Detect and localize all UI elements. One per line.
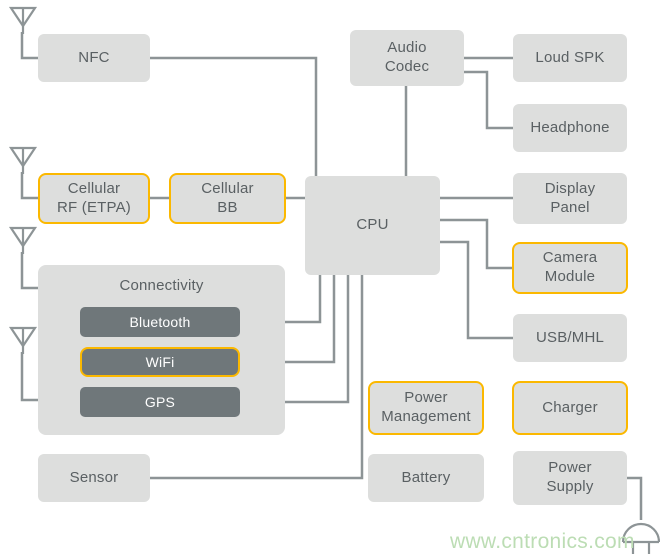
connectivity-module-label: GPS — [144, 394, 176, 410]
block-power-management[interactable]: Power Management — [368, 381, 484, 435]
block-charger[interactable]: Charger — [512, 381, 628, 435]
block-cellular-rf[interactable]: Cellular RF (ETPA) — [38, 173, 150, 224]
block-battery[interactable]: Battery — [368, 454, 484, 502]
connectivity-module-bluetooth[interactable]: Bluetooth — [80, 307, 240, 337]
block-diagram: Connectivity Bluetooth WiFi GPS NFC Cell… — [0, 0, 660, 560]
connectivity-module-label: WiFi — [145, 354, 175, 370]
watermark: www.cntronics.com — [450, 530, 635, 553]
block-nfc[interactable]: NFC — [38, 34, 150, 82]
antenna-icon-cellular — [8, 146, 38, 174]
block-sensor[interactable]: Sensor — [38, 454, 150, 502]
antenna-icon-connectivity-lower — [8, 326, 38, 354]
block-power-supply[interactable]: Power Supply — [513, 451, 627, 505]
connectivity-module-gps[interactable]: GPS — [80, 387, 240, 417]
wire-cpu-wifi — [285, 275, 336, 364]
wire-cpu-cameramodule — [440, 218, 512, 270]
wire-nfc-cpu — [150, 56, 318, 176]
connectivity-module-label: Bluetooth — [129, 314, 191, 330]
block-cellular-bb[interactable]: Cellular BB — [169, 173, 286, 224]
wire-cpu-bluetooth — [285, 275, 322, 324]
wire-antenna-connectivity-lower — [20, 352, 38, 402]
wire-cpu-usbmhl — [440, 240, 513, 340]
block-camera-module[interactable]: Camera Module — [512, 242, 628, 294]
wire-antenna-connectivity-upper — [20, 252, 38, 290]
antenna-icon-nfc — [8, 6, 38, 34]
block-audio-codec[interactable]: Audio Codec — [350, 30, 464, 86]
block-cpu[interactable]: CPU — [305, 176, 440, 275]
wire-cpu-gps — [285, 275, 350, 404]
antenna-icon-connectivity-upper — [8, 226, 38, 254]
block-display-panel[interactable]: Display Panel — [513, 173, 627, 224]
block-headphone[interactable]: Headphone — [513, 104, 627, 152]
block-usb-mhl[interactable]: USB/MHL — [513, 314, 627, 362]
block-loud-spk[interactable]: Loud SPK — [513, 34, 627, 82]
wire-audiocodec-headphone — [464, 70, 513, 130]
connectivity-title: Connectivity — [119, 277, 204, 294]
connectivity-module-wifi[interactable]: WiFi — [80, 347, 240, 377]
